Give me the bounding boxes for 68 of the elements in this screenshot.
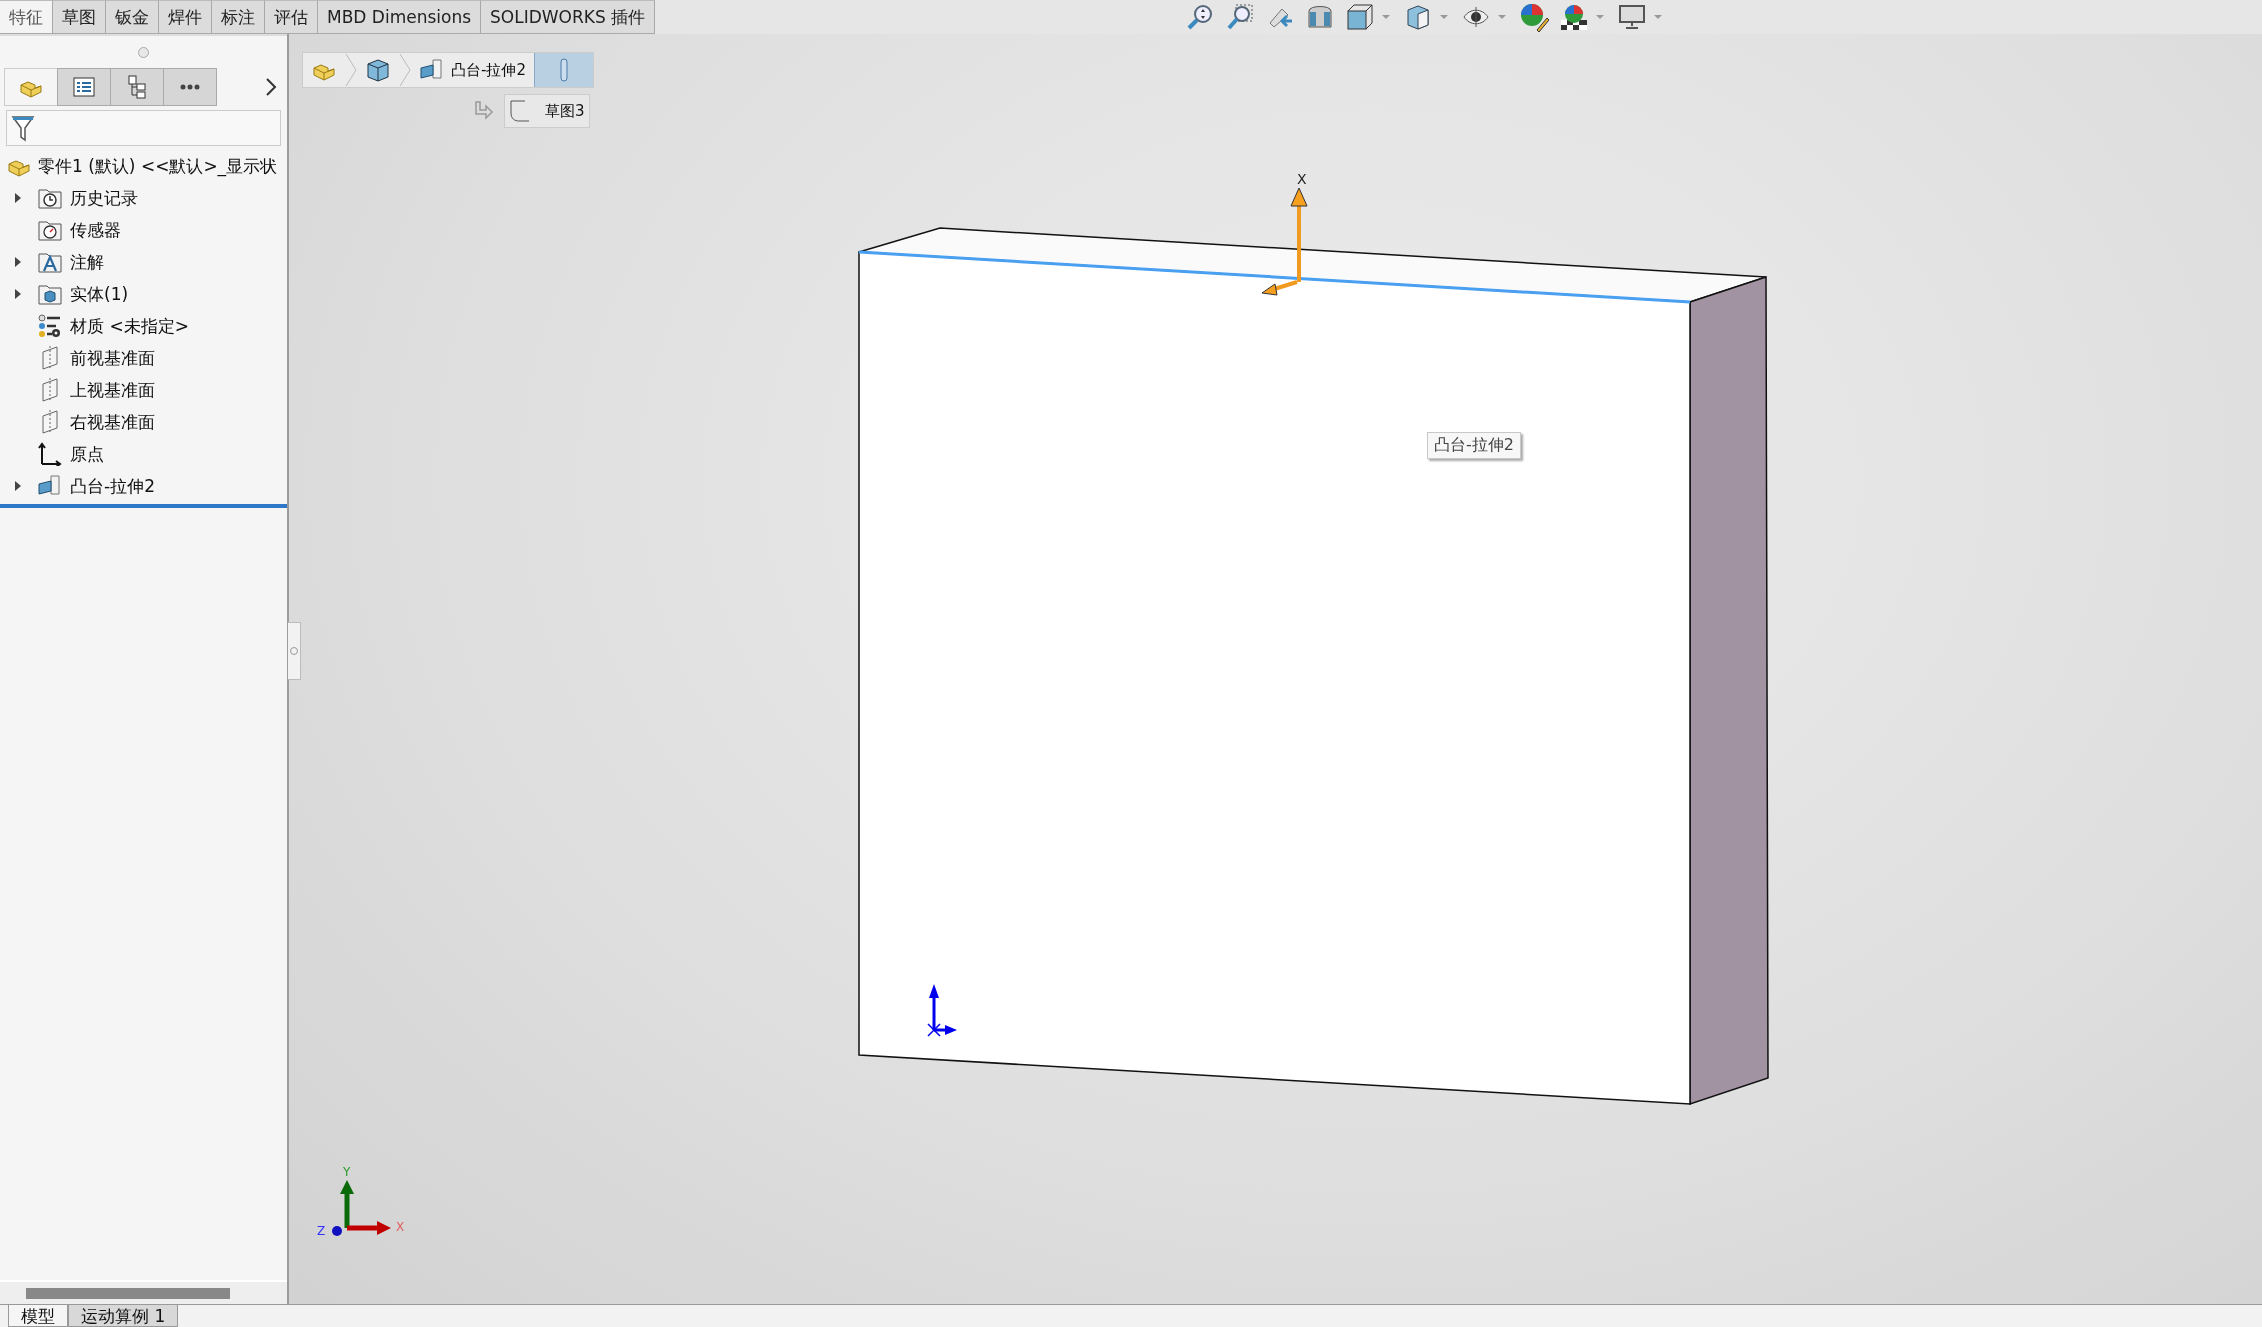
move-triad-arrow[interactable] [1261,280,1298,296]
axis-label: X [396,1220,405,1234]
filter-icon[interactable] [11,114,35,142]
command-tab[interactable]: 钣金 [106,0,159,33]
command-tab[interactable]: 特征 [0,0,53,33]
chevron-separator-icon [399,53,411,87]
zoom-to-fit-icon[interactable] [1186,3,1215,31]
command-tab[interactable]: 焊件 [159,0,212,33]
extrude-icon [419,58,445,82]
command-tab[interactable]: 草图 [53,0,106,33]
configuration-tree-icon [127,75,147,99]
tree-item[interactable]: 注解 [70,250,104,274]
chevron-right-icon[interactable] [265,77,277,97]
panel-splitter-handle[interactable] [138,46,149,58]
command-tab[interactable]: MBD Dimensions [318,0,482,33]
origin-icon [38,442,62,466]
bottom-tab[interactable]: 运动算例 1 [68,1305,179,1327]
origin-icon [927,984,957,1037]
expand-arrow-icon[interactable] [14,192,22,204]
appearance-icon[interactable] [1519,2,1550,32]
tree-root-label[interactable]: 零件1 (默认) <<默认>_显示状 [38,154,278,178]
monitor-icon[interactable] [1618,4,1647,30]
annotation-folder-icon [38,251,62,273]
bottom-tab[interactable]: 模型 [8,1305,68,1327]
history-folder-icon [38,187,62,209]
breadcrumb-item[interactable]: 草图3 [504,94,590,128]
manager-tab[interactable] [163,68,217,106]
tree-item[interactable]: 材质 <未指定> [70,314,189,338]
sketch-icon [509,99,531,123]
axis-label: Z [317,1224,326,1238]
gauge-folder-icon [38,219,62,241]
solid-body-icon[interactable] [365,57,391,83]
panel-collapse-handle[interactable] [288,622,301,680]
extrude-icon [37,474,63,498]
tree-item[interactable]: 前视基准面 [70,346,155,370]
tree-item[interactable]: 原点 [70,442,104,466]
solid-folder-icon [38,283,62,305]
feature-tooltip: 凸台-拉伸2 [1427,432,1521,459]
section-view-icon[interactable] [1306,3,1335,31]
command-tab[interactable]: SOLIDWORKS 插件 [481,0,656,33]
tree-item[interactable]: 实体(1) [70,282,129,306]
command-tab[interactable]: 标注 [212,0,265,33]
edge-icon [559,58,568,82]
zoom-area-icon[interactable] [1226,3,1255,31]
manager-tab[interactable] [57,68,111,106]
move-triad-arrow[interactable] [1290,187,1308,282]
more-icon [180,84,200,90]
axis-label: X [1297,171,1307,187]
manager-tab[interactable] [110,68,164,106]
tree-item[interactable]: 凸台-拉伸2 [70,474,155,498]
chevron-separator-icon [345,53,357,87]
command-tab[interactable]: 评估 [265,0,318,33]
breadcrumb-item[interactable]: 凸台-拉伸2 [451,60,526,80]
expand-arrow-icon[interactable] [14,288,22,300]
tree-item[interactable]: 传感器 [70,218,121,242]
scene-icon[interactable] [1559,2,1590,32]
scrollbar-thumb[interactable] [26,1287,230,1299]
material-icon [38,314,62,338]
expand-arrow-icon[interactable] [14,480,22,492]
view-orientation-icon[interactable] [1346,3,1375,31]
tree-item[interactable]: 右视基准面 [70,410,155,434]
tree-item[interactable]: 历史记录 [70,186,138,210]
tree-item[interactable]: 上视基准面 [70,378,155,402]
child-arrow-icon [474,101,494,121]
property-list-icon [73,77,95,97]
expand-arrow-icon[interactable] [14,256,22,268]
axis-label: Y [343,1165,351,1179]
axis-triad-drawing [332,1180,391,1236]
